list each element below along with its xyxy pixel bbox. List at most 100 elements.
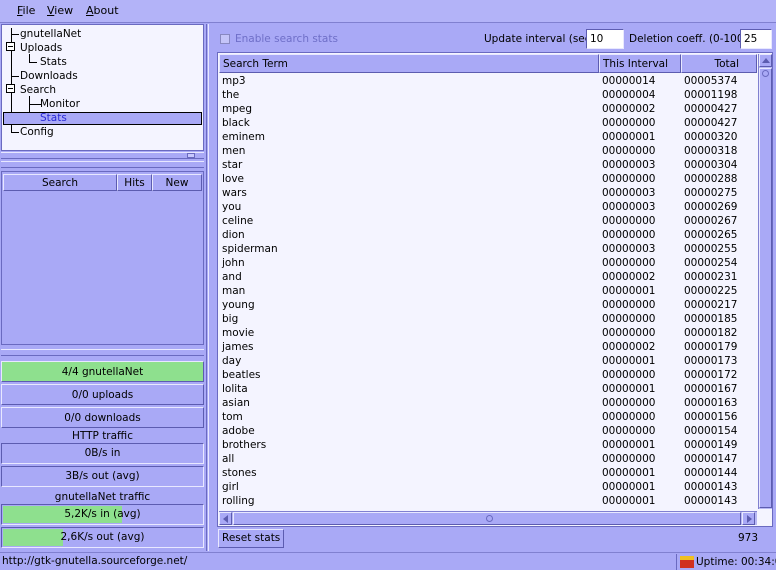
menu-file[interactable]: File	[17, 4, 35, 17]
table-row[interactable]: day 00000001 00000173	[219, 354, 757, 368]
col-total[interactable]: Total	[681, 54, 757, 73]
gnutellanet-status-button[interactable]: 4/4 gnutellaNet	[1, 361, 204, 382]
cell-search-term: wars	[222, 187, 247, 199]
tree-item-monitor[interactable]: Monitor	[40, 97, 80, 111]
cell-this-interval: 00000003	[602, 243, 656, 255]
collapse-icon[interactable]	[6, 42, 15, 51]
cell-total: 00000143	[684, 495, 738, 507]
table-row[interactable]: celine 00000000 00000267	[219, 214, 757, 228]
vscroll-thumb[interactable]	[759, 68, 772, 508]
tree-item-gnutellanet[interactable]: gnutellaNet	[20, 27, 81, 41]
menu-view[interactable]: View	[47, 4, 73, 17]
uptime-text: Uptime: 00:34:01	[696, 556, 776, 568]
cell-search-term: and	[222, 271, 242, 283]
cell-this-interval: 00000001	[602, 439, 656, 451]
table-row[interactable]: dion 00000000 00000265	[219, 228, 757, 242]
table-row[interactable]: lolita 00000001 00000167	[219, 382, 757, 396]
red-warning-icon	[680, 556, 694, 568]
splitter-handle[interactable]	[187, 153, 195, 158]
scroll-left-button[interactable]	[219, 512, 232, 525]
table-vscrollbar[interactable]	[758, 54, 772, 509]
table-row[interactable]: brothers 00000001 00000149	[219, 438, 757, 452]
scroll-up-button[interactable]	[759, 54, 772, 67]
table-body[interactable]: mp3 00000014 00005374 the 00000004 00001198 mp…	[219, 74, 757, 508]
table-row[interactable]: adobe 00000000 00000154	[219, 424, 757, 438]
tree-item-search[interactable]: Search	[20, 83, 56, 97]
hscroll-thumb[interactable]	[233, 512, 741, 525]
cell-total: 00000185	[684, 313, 738, 325]
reset-stats-button[interactable]: Reset stats	[218, 529, 285, 548]
table-row[interactable]: wars 00000003 00000275	[219, 186, 757, 200]
col-search-term[interactable]: Search Term	[219, 54, 599, 73]
table-row[interactable]: asian 00000000 00000163	[219, 396, 757, 410]
pane-divider[interactable]	[206, 24, 209, 551]
tree-line	[29, 54, 30, 62]
table-row[interactable]: stones 00000001 00000144	[219, 466, 757, 480]
col-search[interactable]: Search	[3, 174, 117, 191]
search-list-hscrollbar[interactable]	[1, 349, 204, 356]
cell-search-term: mp3	[222, 75, 246, 87]
cell-this-interval: 00000001	[602, 467, 656, 479]
table-row[interactable]: mp3 00000014 00005374	[219, 74, 757, 88]
scroll-right-button[interactable]	[742, 512, 755, 525]
table-row[interactable]: star 00000003 00000304	[219, 158, 757, 172]
table-row[interactable]: mpeg 00000002 00000427	[219, 102, 757, 116]
table-row[interactable]: eminem 00000001 00000320	[219, 130, 757, 144]
col-hits[interactable]: Hits	[117, 174, 152, 191]
table-row[interactable]: movie 00000000 00000182	[219, 326, 757, 340]
tree-item-downloads[interactable]: Downloads	[20, 69, 78, 83]
table-row[interactable]: love 00000000 00000288	[219, 172, 757, 186]
deletion-coeff-input[interactable]: 25	[740, 29, 772, 49]
table-row[interactable]: man 00000001 00000225	[219, 284, 757, 298]
table-row[interactable]: rolling 00000001 00000143	[219, 494, 757, 508]
tree-item-uploads-stats[interactable]: Stats	[40, 55, 67, 69]
table-row[interactable]: men 00000000 00000318	[219, 144, 757, 158]
tree-item-config[interactable]: Config	[20, 125, 54, 139]
table-row[interactable]: girl 00000001 00000143	[219, 480, 757, 494]
cell-search-term: young	[222, 299, 255, 311]
cell-this-interval: 00000014	[602, 75, 656, 87]
table-row[interactable]: james 00000002 00000179	[219, 340, 757, 354]
table-row[interactable]: the 00000004 00001198	[219, 88, 757, 102]
tree-line	[29, 62, 37, 63]
cell-search-term: big	[222, 313, 239, 325]
tree-item-search-stats[interactable]: Stats	[40, 111, 67, 125]
enable-stats-label[interactable]: Enable search stats	[235, 33, 338, 45]
table-row[interactable]: you 00000003 00000269	[219, 200, 757, 214]
table-row[interactable]: and 00000002 00000231	[219, 270, 757, 284]
table-row[interactable]: beatles 00000000 00000172	[219, 368, 757, 382]
table-row[interactable]: spiderman 00000003 00000255	[219, 242, 757, 256]
search-list[interactable]: Search Hits New	[1, 171, 204, 345]
cell-search-term: girl	[222, 481, 239, 493]
cell-total: 00000254	[684, 257, 738, 269]
cell-this-interval: 00000000	[602, 369, 656, 381]
table-row[interactable]: tom 00000000 00000156	[219, 410, 757, 424]
total-count: 973	[738, 532, 759, 544]
uploads-status-button[interactable]: 0/0 uploads	[1, 384, 204, 405]
cell-this-interval: 00000001	[602, 285, 656, 297]
cell-this-interval: 00000000	[602, 327, 656, 339]
table-row[interactable]: all 00000000 00000147	[219, 452, 757, 466]
col-new[interactable]: New	[152, 174, 202, 191]
cell-search-term: stones	[222, 467, 257, 479]
cell-search-term: james	[222, 341, 254, 353]
tree-hscrollbar[interactable]	[1, 152, 204, 159]
downloads-status-button[interactable]: 0/0 downloads	[1, 407, 204, 428]
pane-splitter[interactable]	[1, 161, 204, 168]
cell-this-interval: 00000000	[602, 145, 656, 157]
collapse-icon[interactable]	[6, 84, 15, 93]
enable-stats-checkbox[interactable]	[220, 34, 230, 44]
menu-about[interactable]: About	[86, 4, 119, 17]
gnet-in-bar: 5,2K/s in (avg)	[1, 504, 204, 525]
table-hscrollbar[interactable]	[219, 511, 757, 525]
col-this-interval[interactable]: This Interval	[599, 54, 681, 73]
table-row[interactable]: john 00000000 00000254	[219, 256, 757, 270]
cell-total: 00001198	[684, 89, 738, 101]
cell-search-term: day	[222, 355, 242, 367]
update-interval-input[interactable]: 10	[586, 29, 624, 49]
table-row[interactable]: black 00000000 00000427	[219, 116, 757, 130]
table-row[interactable]: young 00000000 00000217	[219, 298, 757, 312]
table-row[interactable]: big 00000000 00000185	[219, 312, 757, 326]
cell-this-interval: 00000000	[602, 299, 656, 311]
tree-item-uploads[interactable]: Uploads	[20, 41, 62, 55]
